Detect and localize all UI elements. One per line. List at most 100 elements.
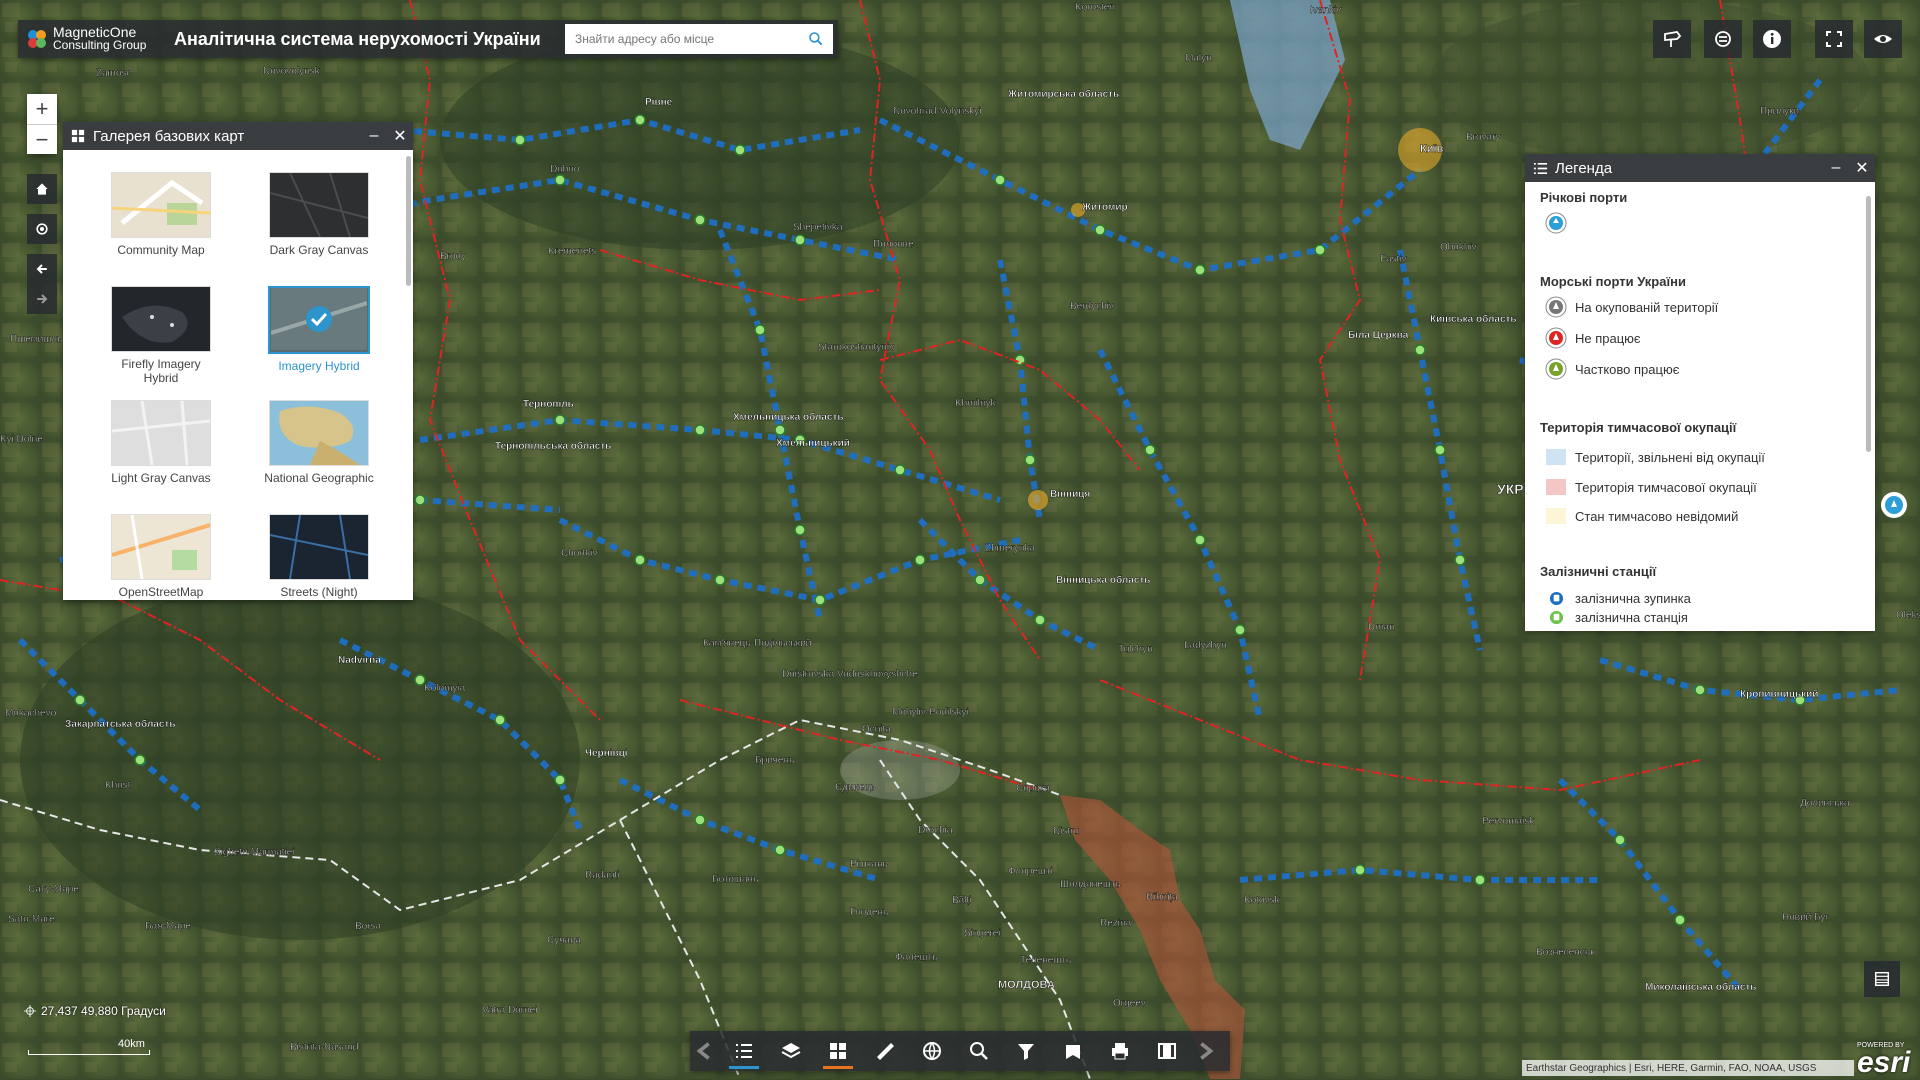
- locate-icon: [36, 223, 48, 235]
- map-label: МОЛДОВА: [998, 979, 1055, 991]
- my-location-button[interactable]: [27, 214, 57, 244]
- grid-icon: [829, 1043, 846, 1059]
- layer-list-button[interactable]: [1704, 20, 1742, 58]
- arrow-right-icon: [37, 294, 48, 304]
- coordinate-readout: 27,437 49,880 Градуси: [24, 1004, 166, 1018]
- print-tool-button[interactable]: [1096, 1031, 1143, 1071]
- filter-tool-button[interactable]: [1002, 1031, 1049, 1071]
- map-label: Бая-Маре: [145, 921, 191, 932]
- map-label: Шолданешть: [1060, 879, 1121, 890]
- signpost-icon: [1664, 31, 1682, 47]
- directions-button[interactable]: [1653, 20, 1691, 58]
- previous-extent-button[interactable]: [27, 254, 57, 284]
- query-tool-button[interactable]: [955, 1031, 1002, 1071]
- toolbar-next-button[interactable]: [1190, 1031, 1220, 1071]
- legend-section-heading: Територія тимчасової окупації: [1540, 420, 1737, 435]
- map-label: Бричень: [755, 755, 794, 766]
- scale-label: 40km: [118, 1038, 145, 1050]
- legend-scrollbar[interactable]: [1866, 196, 1871, 452]
- map-label: Novohrad-Volynskyi: [893, 106, 981, 117]
- map-label: Brovary: [1466, 132, 1500, 143]
- map-label: Drochia: [918, 825, 953, 836]
- esri-logo[interactable]: POWERED BY esri: [1853, 1040, 1917, 1079]
- active-indicator: [823, 1066, 853, 1069]
- basemap-streets-night[interactable]: Streets (Night): [264, 514, 374, 599]
- basemap-dark-gray-canvas[interactable]: Dark Gray Canvas: [264, 172, 374, 257]
- next-extent-button[interactable]: [27, 284, 57, 314]
- minimize-button[interactable]: –: [361, 127, 387, 145]
- map-label: Sighetu Marmatiei: [214, 847, 295, 858]
- map-label: Ladyzhyn: [1184, 640, 1227, 651]
- basemap-grid: Community Map Dark Gray Canvas Firefly I…: [63, 150, 405, 600]
- close-button[interactable]: ✕: [1849, 158, 1875, 178]
- analysis-tool-button[interactable]: [908, 1031, 955, 1071]
- map-label: Кропивницький: [1740, 689, 1818, 700]
- map-label: Novovolynsk: [263, 66, 321, 77]
- basemap-thumbnail: [269, 172, 369, 238]
- rail-station-icon: [1545, 606, 1567, 628]
- chevron-left-icon: [696, 1042, 710, 1060]
- map-label: Nistru: [1053, 826, 1079, 837]
- map-label: Dnistrovska Vodoskhovyshche: [782, 669, 918, 680]
- occupied-area-swatch: [1545, 476, 1567, 498]
- map-label: Khmilnyk: [955, 398, 997, 409]
- map-label: Mukachevo: [5, 708, 57, 719]
- legend-item-label: Стан тимчасово невідомий: [1575, 508, 1739, 524]
- basemap-gallery-tool-button[interactable]: [814, 1031, 861, 1071]
- map-label: Сату-Маре: [28, 884, 79, 895]
- map-label: Миколаївська область: [1645, 981, 1756, 993]
- about-button[interactable]: [1753, 20, 1791, 58]
- map-label: Korosten: [1075, 2, 1115, 13]
- map-label: Полонне: [873, 239, 914, 250]
- basemap-firefly-imagery-hybrid[interactable]: Firefly Imagery Hybrid: [106, 286, 216, 385]
- search-input[interactable]: [565, 25, 799, 53]
- measure-tool-button[interactable]: [861, 1031, 908, 1071]
- basemap-thumbnail: [111, 400, 211, 466]
- map-label: Ботошань: [712, 874, 758, 885]
- basemap-national-geographic[interactable]: National Geographic: [264, 400, 374, 485]
- minimize-button[interactable]: –: [1823, 159, 1849, 177]
- basemap-thumbnail: [111, 286, 211, 352]
- search-button[interactable]: [798, 24, 833, 54]
- map-label: Fastiv: [1380, 254, 1407, 265]
- map-label: Borsa: [355, 921, 382, 932]
- map-label: Shepetivka: [793, 222, 843, 233]
- home-button[interactable]: [27, 174, 57, 204]
- basemap-light-gray-canvas[interactable]: Light Gray Canvas: [106, 400, 216, 485]
- map-label: Rezina: [1100, 918, 1132, 929]
- map-label: Zhmerynka: [985, 543, 1035, 554]
- attribute-table-button[interactable]: [1864, 961, 1900, 997]
- basemap-openstreetmap[interactable]: OpenStreetMap: [106, 514, 216, 599]
- map-label: Рішкань: [850, 859, 888, 870]
- map-label: Пшемишль: [10, 334, 62, 345]
- basemap-community-map[interactable]: Community Map: [106, 172, 216, 257]
- map-label: Mohyliv-Podilskyi: [892, 707, 969, 718]
- legend-item-label: Територія тимчасової окупації: [1575, 479, 1757, 495]
- map-label: Oleks: [1896, 610, 1920, 621]
- close-button[interactable]: ✕: [387, 126, 413, 146]
- basemap-thumbnail: [111, 172, 211, 238]
- zoom-out-button[interactable]: −: [27, 125, 57, 155]
- swipe-tool-button[interactable]: [1143, 1031, 1190, 1071]
- fullscreen-icon: [1826, 31, 1842, 47]
- layers-tool-button[interactable]: [767, 1031, 814, 1071]
- gallery-scrollbar[interactable]: [406, 156, 411, 286]
- map-label: Brody: [440, 251, 466, 262]
- map-label: Київська область: [1430, 313, 1517, 325]
- bookmark-tool-button[interactable]: [1049, 1031, 1096, 1071]
- legend-item: Частково працює: [1545, 358, 1679, 380]
- fullscreen-button[interactable]: [1815, 20, 1853, 58]
- zoom-in-button[interactable]: +: [27, 94, 57, 125]
- visibility-button[interactable]: [1864, 20, 1902, 58]
- toolbar-prev-button[interactable]: [690, 1031, 720, 1071]
- port-marker[interactable]: [1881, 492, 1907, 518]
- coordinates-text: 27,437 49,880 Градуси: [41, 1004, 166, 1018]
- arrow-left-icon: [36, 264, 47, 274]
- company-logo[interactable]: MagneticOne Consulting Group: [18, 25, 166, 52]
- legend-item-label: Частково працює: [1575, 361, 1680, 377]
- basemap-imagery-hybrid[interactable]: Imagery Hybrid: [264, 286, 374, 373]
- legend-item-label: Не працює: [1575, 330, 1641, 346]
- legend-header: Легенда – ✕: [1525, 154, 1875, 182]
- map-label: Кам'янець-Подільський: [703, 638, 811, 649]
- legend-tool-button[interactable]: [720, 1031, 767, 1071]
